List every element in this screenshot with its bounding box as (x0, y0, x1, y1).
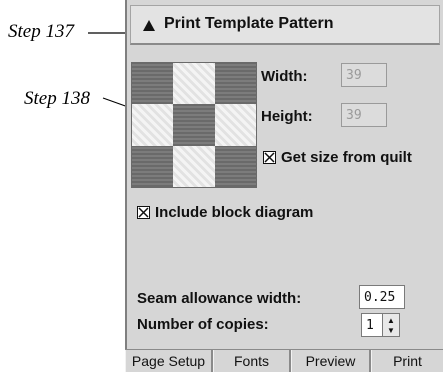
checkmark-x-icon (138, 207, 149, 218)
step138-callout: Step 138 (24, 88, 90, 109)
width-label: Width: (261, 68, 308, 85)
seam-allowance-label: Seam allowance width: (137, 290, 302, 307)
pattern-square (214, 104, 256, 146)
pattern-square (132, 63, 174, 105)
stepper-down-icon[interactable]: ▼ (387, 327, 395, 335)
panel-title-bar[interactable]: Print Template Pattern (130, 5, 440, 45)
tab-preview[interactable]: Preview (291, 350, 371, 372)
get-size-checkbox[interactable] (263, 151, 276, 164)
stepper-up-icon[interactable]: ▲ (387, 317, 395, 325)
collapse-arrow-icon[interactable] (143, 20, 155, 31)
include-block-label[interactable]: Include block diagram (155, 204, 313, 221)
tab-fonts[interactable]: Fonts (213, 350, 291, 372)
tab-print[interactable]: Print (371, 350, 443, 372)
number-of-copies-label: Number of copies: (137, 316, 269, 333)
pattern-square (173, 145, 215, 187)
pattern-square (173, 104, 215, 146)
height-field: 39 (341, 103, 387, 127)
height-label: Height: (261, 108, 313, 125)
quilt-pattern-preview (131, 62, 257, 188)
pattern-square (214, 145, 256, 187)
pattern-square (132, 104, 174, 146)
pattern-square (173, 63, 215, 105)
include-block-checkbox[interactable] (137, 206, 150, 219)
pattern-square (214, 63, 256, 105)
bottom-tab-bar: Page Setup Fonts Preview Print (125, 349, 443, 372)
step137-callout: Step 137 (8, 21, 74, 42)
checkmark-x-icon (264, 152, 275, 163)
tab-page-setup[interactable]: Page Setup (125, 350, 213, 372)
copies-stepper[interactable]: ▲ ▼ (382, 313, 400, 337)
pattern-square (132, 145, 174, 187)
width-field: 39 (341, 63, 387, 87)
panel-title: Print Template Pattern (164, 15, 334, 32)
seam-allowance-input[interactable]: 0.25 (359, 285, 405, 309)
get-size-label[interactable]: Get size from quilt (281, 149, 412, 166)
